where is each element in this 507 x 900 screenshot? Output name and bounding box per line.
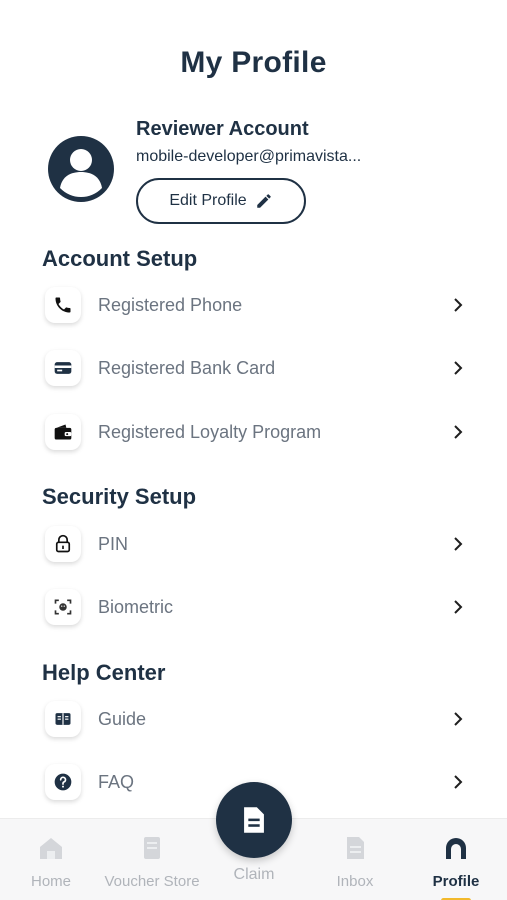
edit-profile-button[interactable]: Edit Profile xyxy=(136,178,306,224)
voucher-icon xyxy=(144,837,160,859)
menu-item-registered-loyalty-program[interactable]: Registered Loyalty Program xyxy=(42,407,472,457)
wallet-icon xyxy=(54,424,72,440)
section-title-account-setup: Account Setup xyxy=(42,246,198,271)
phone-icon xyxy=(55,297,71,313)
account-name: Reviewer Account xyxy=(136,118,309,140)
tab-profile[interactable]: Profile xyxy=(406,827,506,900)
tab-home-label: Home xyxy=(30,873,71,890)
chevron-right-icon xyxy=(454,361,463,375)
page-title: My Profile xyxy=(180,46,327,79)
tab-inbox-label: Inbox xyxy=(336,873,374,890)
menu-item-label: Biometric xyxy=(98,596,174,617)
chevron-right-icon xyxy=(454,537,463,551)
tab-profile-label: Profile xyxy=(432,873,480,890)
menu-item-biometric[interactable]: Biometric xyxy=(42,582,472,632)
chevron-right-icon xyxy=(454,600,463,614)
profile-icon xyxy=(446,838,466,859)
claim-button[interactable] xyxy=(216,782,292,858)
menu-item-pin[interactable]: PIN xyxy=(42,519,472,569)
account-email: mobile-developer@primavista... xyxy=(136,148,362,165)
section-title-security-setup: Security Setup xyxy=(42,484,197,509)
book-icon xyxy=(55,713,71,725)
tab-claim-label: Claim xyxy=(233,866,275,883)
menu-item-label: PIN xyxy=(98,533,129,554)
chevron-right-icon xyxy=(454,775,463,789)
pencil-icon xyxy=(256,194,271,208)
face-scan-icon xyxy=(54,599,72,615)
lock-icon xyxy=(55,534,71,553)
menu-item-guide[interactable]: Guide xyxy=(42,694,472,744)
card-icon xyxy=(54,362,72,374)
section-title-help-center: Help Center xyxy=(42,660,166,685)
document-icon xyxy=(244,807,264,833)
chevron-right-icon xyxy=(454,298,463,312)
question-icon xyxy=(54,773,72,791)
menu-item-registered-bank-card[interactable]: Registered Bank Card xyxy=(42,343,472,393)
menu-item-registered-phone[interactable]: Registered Phone xyxy=(42,280,472,330)
menu-item-label: Registered Bank Card xyxy=(98,357,276,378)
tab-voucher-store[interactable]: Voucher Store xyxy=(102,827,202,897)
tab-voucher-store-label: Voucher Store xyxy=(104,873,200,890)
menu-item-label: Registered Loyalty Program xyxy=(98,421,322,442)
menu-item-label: Registered Phone xyxy=(98,294,243,315)
home-icon xyxy=(40,838,62,859)
tab-home[interactable]: Home xyxy=(1,827,101,897)
user-icon xyxy=(60,149,102,197)
chevron-right-icon xyxy=(454,425,463,439)
tab-inbox[interactable]: Inbox xyxy=(305,827,405,897)
avatar xyxy=(48,136,114,202)
inbox-icon xyxy=(347,837,364,859)
menu-item-label: Guide xyxy=(98,708,147,729)
chevron-right-icon xyxy=(454,712,463,726)
edit-profile-label: Edit Profile xyxy=(169,192,247,209)
